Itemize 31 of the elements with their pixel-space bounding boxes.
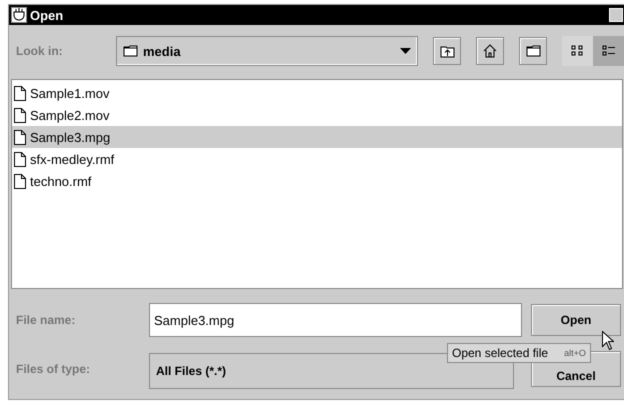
home-button[interactable] — [476, 37, 504, 65]
file-icon — [14, 152, 26, 166]
up-folder-button[interactable] — [433, 37, 461, 65]
up-folder-icon — [440, 44, 454, 58]
details-view-icon — [602, 45, 616, 57]
file-item[interactable]: Sample2.mov — [12, 104, 622, 126]
file-icon — [14, 86, 26, 100]
file-item[interactable]: sfx-medley.rmf — [12, 148, 622, 170]
look-in-dropdown[interactable]: media — [116, 36, 418, 66]
file-name-field[interactable]: Sample3.mpg — [149, 303, 522, 337]
file-type-label: Files of type: — [16, 362, 92, 376]
list-view-button[interactable] — [562, 36, 593, 66]
file-item[interactable]: Sample3.mpg — [12, 126, 622, 148]
look-in-label: Look in: — [16, 44, 64, 58]
mouse-pointer-icon — [602, 331, 614, 350]
file-icon — [14, 130, 26, 144]
file-item[interactable]: Sample1.mov — [12, 82, 622, 104]
folder-icon — [526, 45, 540, 57]
list-view-icon — [570, 45, 584, 57]
dropdown-arrow-icon — [400, 48, 411, 54]
file-icon — [14, 174, 26, 188]
shortcut-hint: alt+O — [564, 348, 586, 358]
details-view-button[interactable] — [593, 36, 624, 66]
home-icon — [483, 44, 497, 58]
window-title: Open — [30, 8, 64, 22]
file-icon — [14, 108, 26, 122]
file-item[interactable]: techno.rmf — [12, 170, 622, 192]
folder-icon — [123, 45, 138, 57]
new-folder-button[interactable] — [519, 37, 547, 65]
open-button[interactable]: Open — [531, 304, 621, 336]
file-name-label: File name: — [16, 313, 76, 327]
